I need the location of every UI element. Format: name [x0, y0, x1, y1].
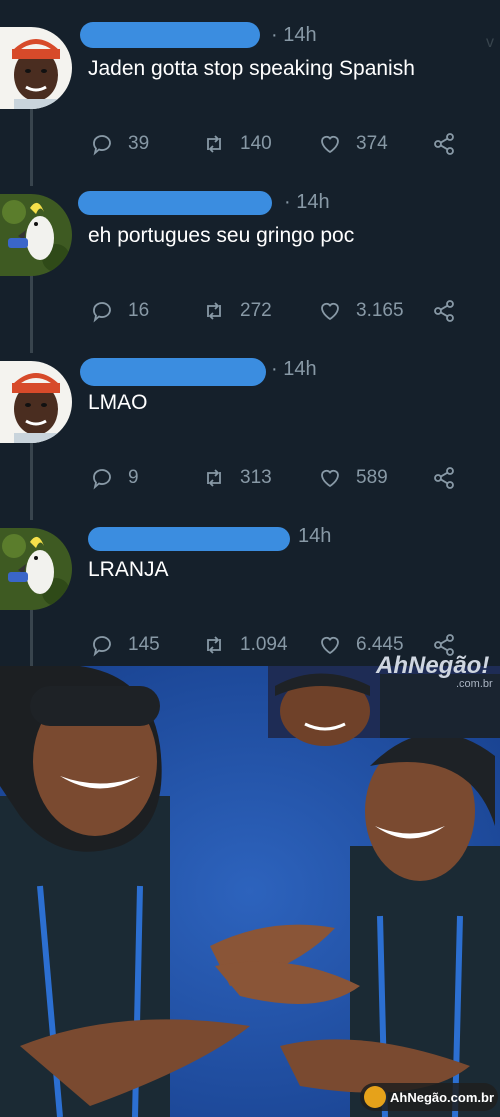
like-button[interactable]: 374	[318, 128, 388, 160]
timestamp[interactable]: · 14h	[284, 191, 330, 214]
tweet-header: · 14h	[78, 189, 488, 217]
retweet-button[interactable]: 272	[202, 295, 272, 327]
mascot-icon	[364, 1086, 386, 1108]
retweet-count: 272	[240, 300, 272, 321]
timestamp[interactable]: · 14h	[271, 24, 317, 47]
retweet-button[interactable]: 313	[202, 462, 272, 494]
like-icon	[321, 135, 339, 154]
tweet-actions: 16 272 3.165	[90, 295, 470, 327]
reply-button[interactable]: 145	[90, 629, 160, 661]
share-button[interactable]	[432, 462, 470, 494]
share-icon	[434, 300, 454, 322]
tweet[interactable]: · 14h LMAO 9 313 589	[0, 334, 500, 501]
share-icon	[434, 467, 454, 489]
reply-button[interactable]: 9	[90, 462, 139, 494]
tweet-text: LMAO	[88, 391, 148, 414]
timestamp[interactable]: 14h	[298, 525, 331, 548]
timestamp[interactable]: · 14h	[271, 358, 317, 381]
like-count: 3.165	[356, 300, 404, 321]
tweet-thread: v · 14h Jaden gotta stop speaking Spanis…	[0, 0, 500, 666]
retweet-icon	[207, 636, 221, 654]
tweet-text: LRANJA	[88, 558, 169, 581]
avatar[interactable]	[0, 361, 72, 443]
reply-button[interactable]: 39	[90, 128, 149, 160]
avatar[interactable]	[0, 194, 72, 276]
like-button[interactable]: 589	[318, 462, 388, 494]
tweet[interactable]: · 14h eh portugues seu gringo poc 16 272…	[0, 167, 500, 334]
retweet-icon	[207, 302, 221, 320]
meme-scene	[0, 666, 500, 1117]
avatar[interactable]	[0, 528, 72, 610]
share-button[interactable]	[432, 128, 470, 160]
cockatoo-avatar-icon	[0, 194, 72, 276]
retweet-count: 140	[240, 133, 272, 154]
retweet-button[interactable]: 140	[202, 128, 272, 160]
tweet-actions: 39 140 374	[90, 128, 470, 160]
reply-icon	[93, 135, 111, 156]
tweet[interactable]: · 14h Jaden gotta stop speaking Spanish …	[0, 0, 500, 167]
like-count: 589	[356, 467, 388, 488]
like-count: 374	[356, 133, 388, 154]
redacted-username	[78, 191, 272, 215]
redacted-username	[80, 358, 266, 386]
share-icon	[434, 133, 454, 155]
reply-count: 9	[128, 467, 139, 488]
watermark-subtext: .com.br	[456, 678, 493, 690]
avatar[interactable]	[0, 27, 72, 109]
retweet-icon	[207, 135, 221, 153]
watermark-bottom-text: AhNegão.com.br	[390, 1089, 495, 1105]
person-avatar-icon	[0, 361, 72, 443]
like-icon	[321, 469, 339, 488]
like-button[interactable]: 3.165	[318, 295, 404, 327]
person-avatar-icon	[0, 27, 72, 109]
tweet-header: 14h	[88, 523, 488, 551]
watermark-badge: AhNegão.com.br	[360, 1083, 498, 1111]
reply-count: 16	[128, 300, 150, 321]
cockatoo-avatar-icon	[0, 528, 72, 610]
reply-icon	[93, 302, 111, 323]
meme-image	[0, 666, 500, 1117]
retweet-count: 1.094	[240, 634, 288, 655]
redacted-username	[80, 22, 260, 48]
watermark-logo: AhNegão! .com.br	[338, 650, 500, 692]
tweet-actions: 9 313 589	[90, 462, 470, 494]
retweet-icon	[207, 469, 221, 487]
watermark-text: AhNegão!	[376, 652, 490, 679]
reply-icon	[93, 636, 111, 657]
retweet-count: 313	[240, 467, 272, 488]
like-icon	[321, 302, 339, 321]
reply-count: 145	[128, 634, 160, 655]
reply-icon	[93, 469, 111, 490]
tweet-header: · 14h	[80, 356, 488, 386]
reply-button[interactable]: 16	[90, 295, 149, 327]
tweet-text: Jaden gotta stop speaking Spanish	[88, 57, 415, 80]
tweet-text: eh portugues seu gringo poc	[88, 224, 355, 247]
tweet[interactable]: 14h LRANJA 145 1.094 6.445	[0, 501, 500, 668]
tweet-header: · 14h	[80, 22, 488, 50]
redacted-username	[88, 527, 290, 551]
reply-count: 39	[128, 133, 150, 154]
retweet-button[interactable]: 1.094	[202, 629, 288, 661]
share-button[interactable]	[432, 295, 470, 327]
